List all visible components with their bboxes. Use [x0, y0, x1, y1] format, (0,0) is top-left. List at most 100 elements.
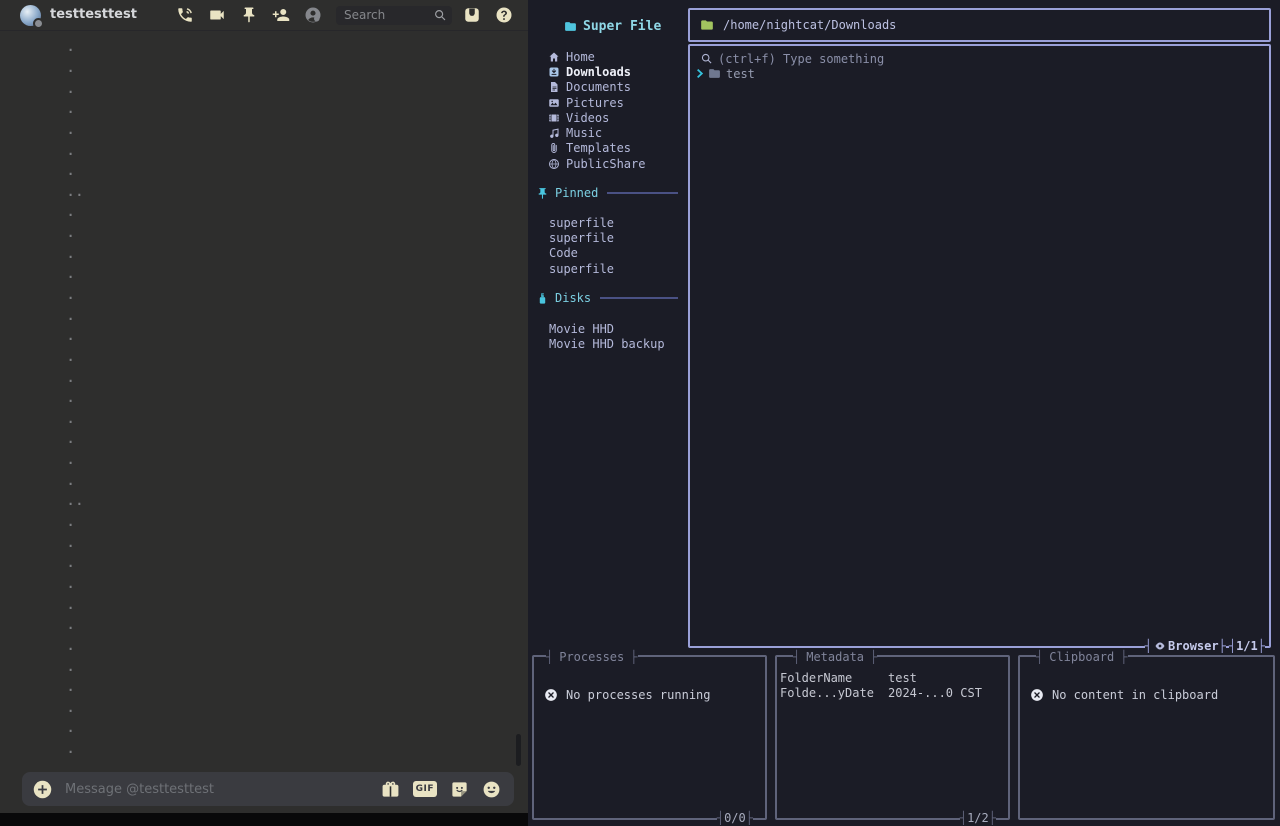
video-call-icon[interactable]: [208, 6, 226, 24]
help-icon[interactable]: [495, 6, 513, 24]
chat-message: .: [0, 429, 510, 450]
attach-plus-icon[interactable]: [32, 779, 53, 800]
pinned-item[interactable]: superfile: [549, 261, 614, 276]
sidebar-nav-label: PublicShare: [566, 157, 645, 171]
cursor-chevron-icon: [694, 68, 705, 79]
sticker-icon[interactable]: [450, 780, 469, 799]
user-profile-icon[interactable]: [304, 6, 322, 24]
metadata-rows: FolderName test Folde...yDate 2024-...0 …: [780, 671, 1005, 701]
metadata-panel: ┤ Metadata ├ FolderName test Folde...yDa…: [775, 655, 1010, 820]
metadata-row: FolderName test: [780, 671, 1005, 686]
chat-message: .: [0, 656, 510, 677]
disk-item[interactable]: Movie HHD backup: [549, 337, 665, 352]
message-text: .: [67, 474, 76, 488]
pinned-item[interactable]: Code: [549, 246, 614, 261]
current-path: /home/nightcat/Downloads: [723, 18, 896, 32]
message-text: .: [67, 164, 76, 178]
pin-icon: [536, 187, 549, 200]
metadata-panel-title: ┤ Metadata ├: [793, 649, 877, 665]
sidebar-nav-item[interactable]: Music: [548, 125, 645, 140]
chat-message: .: [0, 99, 510, 120]
chat-message: .: [0, 388, 510, 409]
pinned-item-label: superfile: [549, 262, 614, 276]
sidebar-nav-item[interactable]: Templates: [548, 141, 645, 156]
metadata-value: 2024-...0 CST: [888, 686, 982, 701]
file-row[interactable]: test: [694, 66, 755, 81]
chat-message: .: [0, 264, 510, 285]
voice-call-icon[interactable]: [176, 6, 194, 24]
message-text: .: [67, 453, 76, 467]
processes-counter: ┤0/0├: [717, 810, 753, 826]
search-input[interactable]: Search: [336, 6, 452, 25]
chat-message: .: [0, 409, 510, 430]
pinned-label: Pinned: [555, 186, 598, 200]
message-text: .: [67, 598, 76, 612]
superfile-terminal: Super File Home Downloads Documents: [528, 0, 1280, 826]
inbox-icon[interactable]: [463, 6, 481, 24]
chat-message: .: [0, 698, 510, 719]
metadata-row: Folde...yDate 2024-...0 CST: [780, 686, 1005, 701]
sidebar-nav-label: Downloads: [566, 65, 631, 79]
sidebar-nav-item[interactable]: Pictures: [548, 95, 645, 110]
disk-item-label: Movie HHD backup: [549, 337, 665, 351]
emoji-icon[interactable]: [482, 780, 501, 799]
add-friend-icon[interactable]: [272, 6, 290, 24]
gift-icon[interactable]: [381, 780, 400, 799]
x-circle-icon: [1030, 688, 1044, 702]
pinned-item[interactable]: superfile: [549, 231, 614, 246]
message-text: .: [67, 267, 76, 281]
dm-title: testtesttest: [50, 7, 137, 22]
templates-icon: [548, 142, 561, 154]
clipboard-panel-title: ┤ Clipboard ├: [1036, 649, 1128, 665]
message-text: .: [67, 82, 76, 96]
chat-message: .: [0, 450, 510, 471]
message-text: .: [67, 102, 76, 116]
chat-message: .: [0, 161, 510, 182]
dm-header: testtesttest Search: [0, 0, 528, 31]
pinned-item[interactable]: superfile: [549, 216, 614, 231]
pinned-messages-icon[interactable]: [240, 6, 258, 24]
message-text: .: [67, 247, 76, 261]
message-text: .: [67, 329, 76, 343]
file-search-icon: [700, 52, 713, 65]
chat-message: .: [0, 553, 510, 574]
message-text: .: [67, 309, 76, 323]
chat-message: .: [0, 285, 510, 306]
message-text: .: [67, 618, 76, 632]
disk-item[interactable]: Movie HHD: [549, 322, 665, 337]
sidebar-nav-item[interactable]: Videos: [548, 110, 645, 125]
sidebar-nav-item[interactable]: Home: [548, 49, 645, 64]
chat-message: .: [0, 470, 510, 491]
message-text: .: [67, 226, 76, 240]
message-text: .: [67, 556, 76, 570]
chat-message: .: [0, 512, 510, 533]
pinned-list: superfile superfile Code superfile: [549, 216, 614, 277]
message-text: ..: [67, 494, 84, 508]
divider: [607, 192, 678, 194]
chat-message: .: [0, 140, 510, 161]
processes-empty-state: No processes running: [544, 688, 711, 702]
sidebar-nav-item[interactable]: PublicShare: [548, 156, 645, 171]
sidebar-nav-item[interactable]: Documents: [548, 80, 645, 95]
pinned-section-header: Pinned: [536, 185, 678, 201]
disk-icon: [536, 292, 549, 305]
processes-panel: ┤ Processes ├ No processes running ┤0/0├: [532, 655, 767, 820]
message-text: .: [67, 391, 76, 405]
message-composer[interactable]: Message @testtesttest GIF: [22, 772, 514, 806]
path-folder-icon: [700, 18, 714, 32]
message-text: .: [67, 742, 76, 756]
message-text: .: [67, 144, 76, 158]
file-search-input[interactable]: (ctrl+f) Type something: [700, 51, 884, 66]
divider: [600, 297, 678, 299]
message-text: .: [67, 577, 76, 591]
chat-scrollbar-thumb[interactable]: [516, 734, 521, 766]
screen: testtesttest Search . .: [0, 0, 1280, 826]
message-text: .: [67, 288, 76, 302]
message-text: ..: [67, 185, 84, 199]
avatar[interactable]: [20, 5, 41, 26]
clipboard-panel: ┤ Clipboard ├ No content in clipboard: [1018, 655, 1275, 820]
chat-message: .: [0, 58, 510, 79]
gif-picker-button[interactable]: GIF: [413, 781, 437, 797]
sidebar-nav-item[interactable]: Downloads: [548, 64, 645, 79]
disks-list: Movie HHD Movie HHD backup: [549, 322, 665, 352]
